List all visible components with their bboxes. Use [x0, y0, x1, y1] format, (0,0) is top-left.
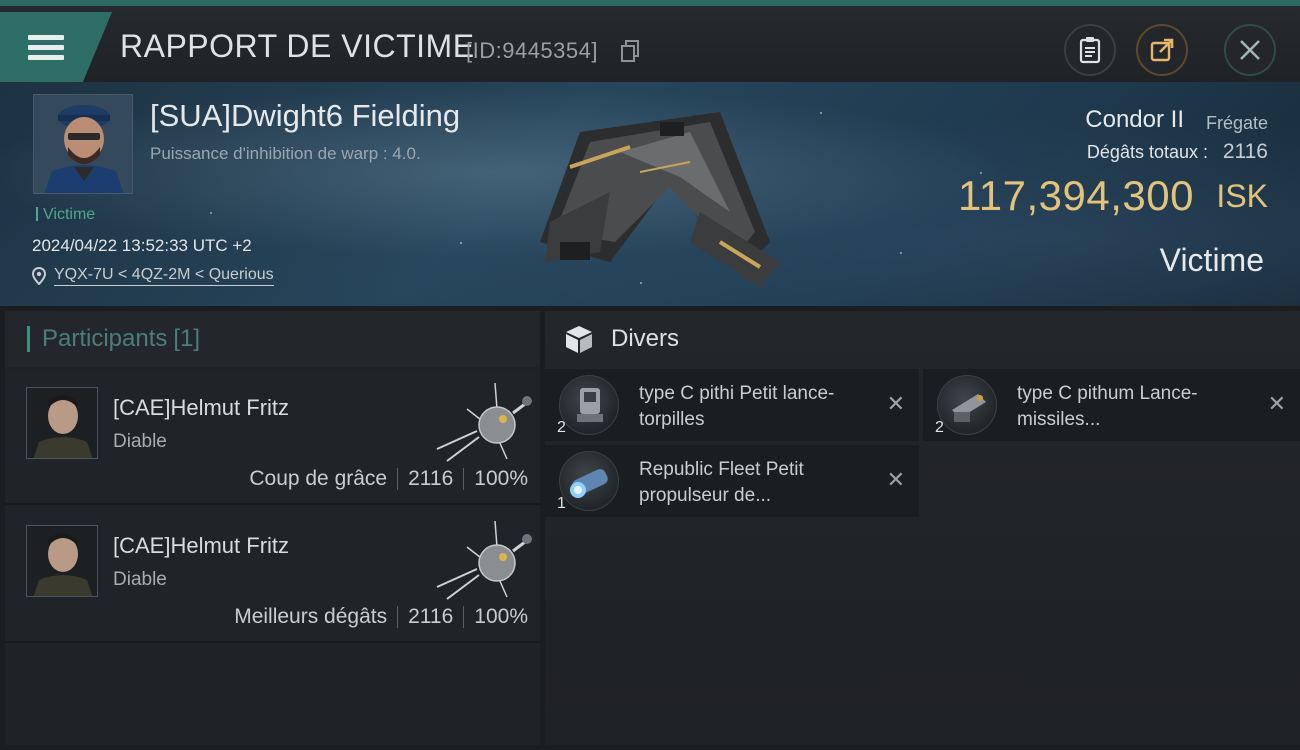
participant-damage: 2116 — [408, 467, 454, 490]
ship-image[interactable] — [427, 517, 537, 607]
list-item[interactable]: 2 type C pithi Petit lance-torpilles ✕ — [545, 369, 919, 441]
participants-header: Participants [1] — [5, 311, 540, 367]
total-damage-label: Dégâts totaux : — [1086, 142, 1208, 162]
item-name: type C pithi Petit lance-torpilles — [639, 383, 835, 430]
victim-role-label: Victime — [1159, 242, 1264, 278]
pilot-portrait-icon — [34, 95, 132, 193]
accent-bar — [27, 326, 30, 352]
share-button[interactable] — [1136, 24, 1188, 76]
item-quantity: 2 — [557, 419, 566, 436]
isk-unit: ISK — [1216, 178, 1268, 214]
participant-percent: 100% — [474, 467, 528, 490]
x-icon: ✕ — [886, 391, 905, 416]
module-icon — [559, 451, 619, 511]
item-name: type C pithum Lance-missiles... — [1017, 383, 1198, 430]
list-item[interactable]: 1 Republic Fleet Petit propulseur de... … — [545, 445, 919, 517]
participants-label: Participants — [42, 325, 168, 352]
victim-avatar[interactable] — [33, 94, 133, 194]
module-icon — [937, 375, 997, 435]
close-button[interactable] — [1224, 24, 1276, 76]
isk-value: 117,394,300 — [958, 172, 1194, 219]
participant-stats: Coup de grâce 2116 100% — [249, 467, 528, 491]
copy-icon[interactable] — [620, 40, 640, 62]
total-damage-value: 2116 — [1222, 140, 1268, 163]
missile-launcher-icon — [952, 394, 986, 422]
participant-row[interactable]: [CAE]Helmut Fritz Diable Meilleurs dégât… — [5, 509, 540, 643]
participant-name[interactable]: [CAE]Helmut Fritz — [113, 533, 289, 559]
participant-stats: Meilleurs dégâts 2116 100% — [234, 605, 528, 629]
page-title: RAPPORT DE VICTIME — [120, 28, 475, 64]
location-link[interactable]: YQX-7U < 4QZ-2M < Querious — [54, 266, 274, 286]
module-icon — [559, 375, 619, 435]
kill-location[interactable]: YQX-7U < 4QZ-2M < Querious — [32, 266, 274, 286]
victim-subtitle: Puissance d'inhibition de warp : 4.0. — [150, 144, 421, 163]
victim-hero: [SUA]Dwight6 Fielding Puissance d'inhibi… — [0, 82, 1300, 306]
close-icon — [1240, 40, 1260, 60]
clipboard-icon — [1079, 37, 1101, 64]
participant-damage: 2116 — [408, 605, 454, 628]
divider — [463, 468, 465, 490]
report-id: [ID:9445354] — [466, 38, 598, 63]
divers-panel: Divers 2 type C pithi Petit lance-torpil… — [545, 311, 1300, 745]
ship-image[interactable] — [427, 379, 537, 469]
top-bar: RAPPORT DE VICTIME [ID:9445354] — [0, 0, 1300, 82]
torpedo-launcher-icon — [577, 388, 603, 422]
victim-name[interactable]: [SUA]Dwight6 Fielding — [150, 98, 460, 134]
participant-avatar[interactable] — [26, 387, 98, 459]
participants-panel: Participants [1] [CAE]Helmut Fritz Diabl… — [5, 311, 540, 745]
ship-image[interactable] — [520, 92, 790, 292]
pilot-portrait-icon — [27, 388, 97, 458]
item-quantity: 2 — [935, 419, 944, 436]
participant-role: Meilleurs dégâts — [234, 605, 388, 628]
participants-count: [1] — [173, 325, 201, 352]
victim-tag: Victime — [36, 206, 95, 224]
share-icon — [1150, 38, 1174, 62]
participant-ship: Diable — [113, 569, 167, 590]
participant-name[interactable]: [CAE]Helmut Fritz — [113, 395, 289, 421]
x-icon: ✕ — [886, 467, 905, 492]
participant-ship: Diable — [113, 431, 167, 452]
clipboard-button[interactable] — [1064, 24, 1116, 76]
divider — [397, 468, 399, 490]
propulsion-module-icon — [570, 469, 608, 498]
ship-name[interactable]: Condor II — [1085, 106, 1184, 134]
cube-icon — [566, 326, 592, 353]
divers-label: Divers — [611, 325, 680, 352]
x-icon: ✕ — [1267, 391, 1286, 416]
item-name: Republic Fleet Petit propulseur de... — [639, 459, 804, 506]
hamburger-icon — [28, 30, 64, 65]
kill-datetime: 2024/04/22 13:52:33 UTC +2 — [32, 236, 252, 255]
divider — [397, 606, 399, 628]
item-quantity: 1 — [557, 495, 566, 512]
participant-avatar[interactable] — [26, 525, 98, 597]
pilot-portrait-icon — [27, 526, 97, 596]
location-pin-icon — [32, 267, 46, 285]
menu-button[interactable] — [0, 12, 112, 82]
divider — [463, 606, 465, 628]
divers-header: Divers — [545, 311, 1300, 367]
ship-class: Frégate — [1205, 113, 1268, 133]
participant-row[interactable]: [CAE]Helmut Fritz Diable Coup de grâce 2… — [5, 371, 540, 505]
participant-role: Coup de grâce — [249, 467, 388, 490]
list-item[interactable]: 2 type C pithum Lance-missiles... ✕ — [923, 369, 1300, 441]
participant-percent: 100% — [474, 605, 528, 628]
